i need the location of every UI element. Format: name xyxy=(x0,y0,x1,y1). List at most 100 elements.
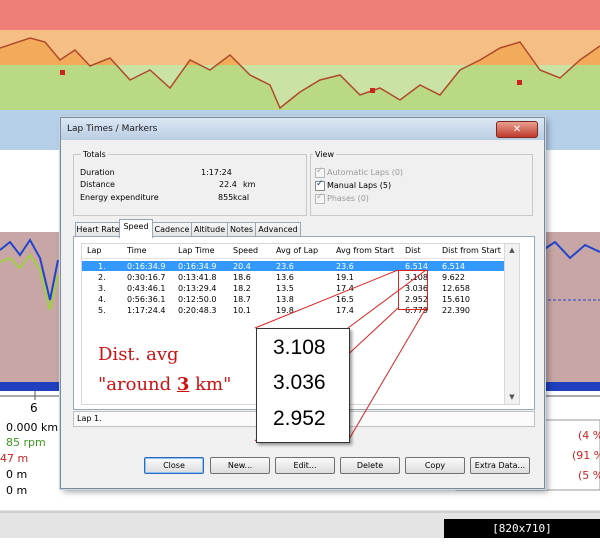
table-cell: 20.4 xyxy=(233,262,251,271)
delete-button[interactable]: Delete xyxy=(340,457,400,474)
table-cell: 6.514 xyxy=(442,262,465,271)
table-cell: 4. xyxy=(98,295,106,304)
energy-label: Energy expenditure xyxy=(80,193,159,202)
zoom-value-3: 2.952 xyxy=(273,407,326,430)
table-cell: 13.5 xyxy=(276,284,294,293)
table-cell: 17.4 xyxy=(336,306,354,315)
duration-label: Duration xyxy=(80,168,115,177)
column-header-avg-of-lap[interactable]: Avg of Lap xyxy=(276,246,318,255)
zoom-value-2: 3.036 xyxy=(273,371,326,394)
cadence-readout: 85 rpm xyxy=(6,436,46,449)
table-row[interactable]: 2. 0:30:16.7 0:13:41.8 18.6 13.6 19.1 3.108 9.6… xyxy=(82,272,504,282)
column-header-dist-from-start[interactable]: Dist from Start xyxy=(442,246,501,255)
table-cell: 0:20:48.3 xyxy=(178,306,217,315)
phases-label: Phases (0) xyxy=(327,194,369,203)
distance-readout: 0.000 km xyxy=(6,421,59,434)
automatic-laps-checkbox[interactable] xyxy=(315,166,325,178)
automatic-laps-label: Automatic Laps (0) xyxy=(327,168,404,177)
table-cell: 16.5 xyxy=(336,295,354,304)
right-value-1: (4 % xyxy=(578,429,600,442)
tab-heart-rate[interactable]: Heart Rate xyxy=(75,222,121,237)
table-cell: 2. xyxy=(98,273,106,282)
table-cell: 10.1 xyxy=(233,306,251,315)
manual-laps-label: Manual Laps (5) xyxy=(327,181,392,190)
table-cell: 13.8 xyxy=(276,295,294,304)
distance-label: Distance xyxy=(80,180,115,189)
column-header-avg-from-start[interactable]: Avg from Start xyxy=(336,246,394,255)
energy-unit: kcal xyxy=(233,193,250,202)
table-cell: 3. xyxy=(98,284,106,293)
annotation-number: 3 xyxy=(176,374,190,395)
table-cell: 19.1 xyxy=(336,273,354,282)
status-text: Lap 1. xyxy=(77,414,102,423)
table-cell: 23.6 xyxy=(276,262,294,271)
header-divider xyxy=(82,258,519,259)
tab-notes[interactable]: Notes xyxy=(227,222,256,237)
table-cell: 0:13:41.8 xyxy=(178,273,217,282)
extra-data-button[interactable]: Extra Data... xyxy=(470,457,530,474)
column-header-dist[interactable]: Dist xyxy=(405,246,421,255)
tab-speed[interactable]: Speed xyxy=(119,219,153,238)
column-header-time[interactable]: Time xyxy=(127,246,147,255)
distance-unit: km xyxy=(243,180,256,189)
copy-button[interactable]: Copy xyxy=(405,457,465,474)
view-heading: View xyxy=(313,150,336,159)
table-row[interactable]: 4. 0:56:36.1 0:12:50.0 18.7 13.8 16.5 2.952 15.… xyxy=(82,294,504,304)
table-cell: 0:13:29.4 xyxy=(178,284,217,293)
table-cell: 9.622 xyxy=(442,273,465,282)
new-button[interactable]: New... xyxy=(210,457,270,474)
axis-tick-label: 6 xyxy=(30,401,38,415)
close-button[interactable]: Close xyxy=(144,457,204,474)
table-cell: 19.8 xyxy=(276,306,294,315)
table-cell: 0:56:36.1 xyxy=(127,295,166,304)
table-scrollbar[interactable]: ▲ ▼ xyxy=(504,244,519,404)
energy-value: 855 xyxy=(218,193,234,202)
phases-checkbox[interactable] xyxy=(315,192,325,204)
annotation-around-3km: "around 3 km" xyxy=(98,374,231,395)
table-cell: 0:43:46.1 xyxy=(127,284,166,293)
table-cell: 17.4 xyxy=(336,284,354,293)
scroll-down-icon[interactable]: ▼ xyxy=(505,391,519,404)
table-cell: 1:17:24.4 xyxy=(127,306,166,315)
table-cell: 18.6 xyxy=(233,273,251,282)
table-cell: 1. xyxy=(98,262,106,271)
table-row[interactable]: 5. 1:17:24.4 0:20:48.3 10.1 19.8 17.4 6.779 22.… xyxy=(82,305,504,315)
table-row[interactable]: 1. 0:16:34.9 0:16:34.9 20.4 23.6 23.6 6.514 6.5… xyxy=(82,261,504,271)
dist-highlight-box xyxy=(398,270,428,310)
table-cell: 0:30:16.7 xyxy=(127,273,166,282)
tab-advanced[interactable]: Advanced xyxy=(255,222,301,237)
manual-laps-checkbox[interactable] xyxy=(315,179,325,191)
right-value-2: (91 % xyxy=(572,449,600,462)
edit-button[interactable]: Edit... xyxy=(275,457,335,474)
table-cell: 12.658 xyxy=(442,284,470,293)
table-cell: 18.7 xyxy=(233,295,251,304)
table-cell: 0:16:34.9 xyxy=(178,262,217,271)
table-cell: 23.6 xyxy=(336,262,354,271)
table-cell: 0:16:34.9 xyxy=(127,262,166,271)
scroll-up-icon[interactable]: ▲ xyxy=(505,244,519,257)
tab-altitude[interactable]: Altitude xyxy=(191,222,228,237)
annotation-post: km" xyxy=(189,374,232,395)
duration-value: 1:17:24 xyxy=(201,168,232,177)
image-host-footer: [820x710] http://upic.me/ xyxy=(444,519,600,554)
distance-value: 22.4 xyxy=(219,180,237,189)
window-title: Lap Times / Markers xyxy=(67,124,158,134)
totals-heading: Totals xyxy=(81,150,108,159)
right-value-3: (5 % xyxy=(578,469,600,482)
close-window-icon[interactable]: ✕ xyxy=(496,121,538,138)
annotation-pre: "around xyxy=(98,374,177,395)
column-header-speed[interactable]: Speed xyxy=(233,246,258,255)
table-row[interactable]: 3. 0:43:46.1 0:13:29.4 18.2 13.5 17.4 3.036 12.… xyxy=(82,283,504,293)
column-header-lap-time[interactable]: Lap Time xyxy=(178,246,215,255)
zoom-value-1: 3.108 xyxy=(273,336,326,359)
left-value-2: 0 m xyxy=(6,468,28,481)
table-cell: 0:12:50.0 xyxy=(178,295,217,304)
table-cell: 13.6 xyxy=(276,273,294,282)
tab-cadence[interactable]: Cadence xyxy=(152,222,192,237)
column-header-lap[interactable]: Lap xyxy=(87,246,101,255)
window-titlebar[interactable]: Lap Times / Markers ✕ xyxy=(61,118,544,140)
left-value-3: 0 m xyxy=(6,484,28,497)
table-cell: 5. xyxy=(98,306,106,315)
left-value-1: 47 m xyxy=(0,452,29,465)
zoom-callout: 3.108 3.036 2.952 xyxy=(256,328,350,443)
